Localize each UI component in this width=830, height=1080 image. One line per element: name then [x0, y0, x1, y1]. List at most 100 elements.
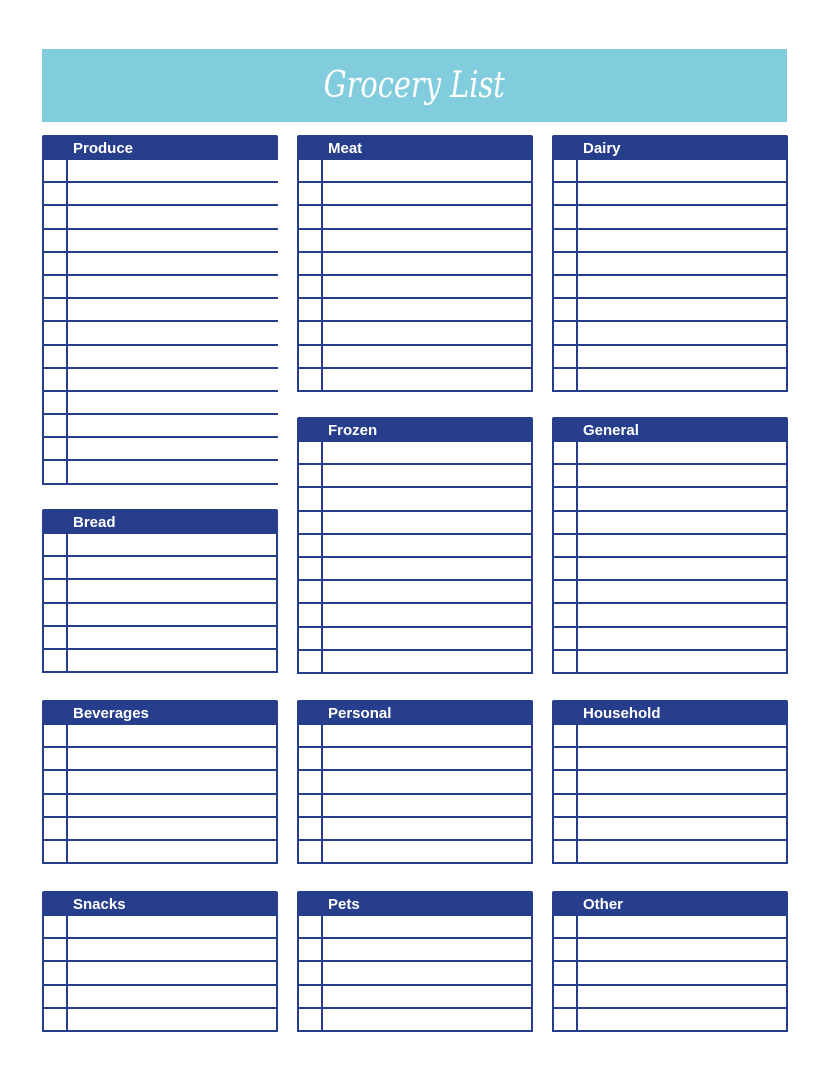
item-entry-field[interactable] — [68, 415, 278, 436]
item-entry-field[interactable] — [68, 392, 278, 413]
checkbox[interactable] — [299, 1008, 323, 1030]
checkbox[interactable] — [554, 275, 578, 298]
item-entry-field[interactable] — [68, 183, 278, 204]
checkbox[interactable] — [44, 534, 68, 556]
checkbox[interactable] — [299, 345, 323, 367]
checkbox[interactable] — [554, 581, 578, 603]
checkbox[interactable] — [44, 557, 68, 579]
checkbox[interactable] — [299, 939, 323, 961]
item-entry-field[interactable] — [323, 230, 531, 251]
item-entry-field[interactable] — [323, 771, 531, 792]
item-entry-field[interactable] — [68, 461, 278, 482]
checkbox[interactable] — [44, 725, 68, 747]
checkbox[interactable] — [44, 748, 68, 770]
checkbox[interactable] — [554, 916, 578, 938]
checkbox[interactable] — [44, 461, 68, 483]
item-entry-field[interactable] — [68, 230, 278, 251]
checkbox[interactable] — [299, 160, 323, 182]
item-entry-field[interactable] — [578, 276, 786, 297]
checkbox[interactable] — [554, 557, 578, 580]
item-entry-field[interactable] — [578, 512, 786, 533]
item-entry-field[interactable] — [323, 795, 531, 816]
item-entry-field[interactable] — [323, 369, 531, 390]
checkbox[interactable] — [554, 345, 578, 367]
checkbox[interactable] — [554, 252, 578, 274]
item-entry-field[interactable] — [578, 628, 786, 649]
item-entry-field[interactable] — [323, 939, 531, 960]
checkbox[interactable] — [299, 840, 323, 863]
item-entry-field[interactable] — [323, 183, 531, 204]
item-entry-field[interactable] — [323, 628, 531, 649]
item-entry-field[interactable] — [323, 604, 531, 625]
checkbox[interactable] — [554, 604, 578, 626]
item-entry-field[interactable] — [68, 627, 276, 648]
checkbox[interactable] — [554, 985, 578, 1007]
item-entry-field[interactable] — [68, 206, 278, 227]
checkbox[interactable] — [554, 1008, 578, 1030]
item-entry-field[interactable] — [68, 939, 276, 960]
checkbox[interactable] — [299, 916, 323, 938]
checkbox[interactable] — [554, 299, 578, 321]
item-entry-field[interactable] — [323, 512, 531, 533]
item-entry-field[interactable] — [323, 986, 531, 1007]
item-entry-field[interactable] — [578, 604, 786, 625]
item-entry-field[interactable] — [68, 795, 276, 816]
checkbox[interactable] — [554, 183, 578, 205]
checkbox[interactable] — [299, 817, 323, 839]
item-entry-field[interactable] — [323, 651, 531, 672]
checkbox[interactable] — [299, 275, 323, 298]
checkbox[interactable] — [44, 840, 68, 863]
checkbox[interactable] — [44, 229, 68, 251]
item-entry-field[interactable] — [578, 581, 786, 602]
item-entry-field[interactable] — [68, 557, 276, 578]
checkbox[interactable] — [44, 817, 68, 839]
item-entry-field[interactable] — [323, 581, 531, 602]
item-entry-field[interactable] — [578, 795, 786, 816]
item-entry-field[interactable] — [323, 818, 531, 839]
checkbox[interactable] — [44, 438, 68, 460]
item-entry-field[interactable] — [68, 771, 276, 792]
item-entry-field[interactable] — [68, 748, 276, 769]
checkbox[interactable] — [44, 183, 68, 205]
checkbox[interactable] — [44, 626, 68, 648]
item-entry-field[interactable] — [323, 1009, 531, 1030]
item-entry-field[interactable] — [323, 206, 531, 227]
checkbox[interactable] — [299, 322, 323, 344]
checkbox[interactable] — [554, 368, 578, 390]
checkbox[interactable] — [44, 391, 68, 414]
checkbox[interactable] — [44, 275, 68, 298]
checkbox[interactable] — [554, 322, 578, 344]
checkbox[interactable] — [554, 442, 578, 464]
item-entry-field[interactable] — [578, 651, 786, 672]
checkbox[interactable] — [554, 650, 578, 672]
checkbox[interactable] — [299, 604, 323, 626]
item-entry-field[interactable] — [323, 748, 531, 769]
item-entry-field[interactable] — [578, 725, 786, 746]
item-entry-field[interactable] — [68, 299, 278, 320]
item-entry-field[interactable] — [323, 916, 531, 937]
item-entry-field[interactable] — [578, 369, 786, 390]
checkbox[interactable] — [554, 840, 578, 863]
checkbox[interactable] — [44, 649, 68, 672]
checkbox[interactable] — [554, 627, 578, 649]
checkbox[interactable] — [44, 962, 68, 984]
item-entry-field[interactable] — [68, 253, 278, 274]
item-entry-field[interactable] — [323, 535, 531, 556]
item-entry-field[interactable] — [68, 962, 276, 983]
checkbox[interactable] — [299, 368, 323, 390]
checkbox[interactable] — [299, 183, 323, 205]
checkbox[interactable] — [554, 748, 578, 770]
checkbox[interactable] — [299, 299, 323, 321]
item-entry-field[interactable] — [323, 725, 531, 746]
item-entry-field[interactable] — [323, 299, 531, 320]
item-entry-field[interactable] — [323, 322, 531, 343]
item-entry-field[interactable] — [578, 748, 786, 769]
checkbox[interactable] — [44, 252, 68, 274]
checkbox[interactable] — [299, 252, 323, 274]
item-entry-field[interactable] — [578, 230, 786, 251]
item-entry-field[interactable] — [68, 1009, 276, 1030]
checkbox[interactable] — [299, 534, 323, 556]
item-entry-field[interactable] — [578, 916, 786, 937]
item-entry-field[interactable] — [68, 276, 278, 297]
item-entry-field[interactable] — [578, 160, 786, 181]
